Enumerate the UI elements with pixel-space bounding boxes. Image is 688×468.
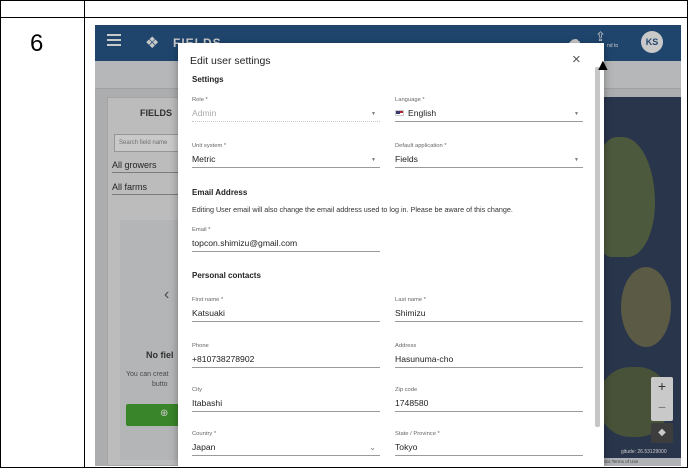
default-application-select[interactable]: Fields ▼ [395, 154, 583, 168]
first-name-input[interactable]: Katsuaki [192, 308, 380, 322]
dialog-title: Edit user settings [190, 55, 271, 67]
chevron-down-icon: ▼ [371, 111, 376, 117]
settings-heading: Settings [192, 75, 224, 84]
unit-system-value: Metric [192, 154, 216, 164]
city-field[interactable]: City Itabashi [192, 387, 380, 412]
zip-code-input[interactable]: 1748580 [395, 398, 583, 412]
default-application-value: Fields [395, 154, 418, 164]
first-name-label: First name * [192, 297, 224, 303]
last-name-input[interactable]: Shimizu [395, 308, 583, 322]
city-input[interactable]: Itabashi [192, 398, 380, 412]
phone-label: Phone [192, 343, 209, 349]
table-column-divider [84, 0, 85, 468]
language-select[interactable]: English ▼ [395, 108, 583, 122]
unit-system-field[interactable]: Unit system * Metric ▼ [192, 143, 380, 168]
state-field[interactable]: State / Province * Tokyo [395, 431, 583, 456]
step-number: 6 [30, 30, 44, 57]
dialog-scrollbar[interactable] [595, 67, 600, 427]
scrollbar-thumb[interactable] [595, 67, 600, 427]
role-field: Role * Admin ▼ [192, 97, 380, 122]
country-select[interactable]: Japan ⌄ [192, 442, 380, 456]
country-field[interactable]: Country * Japan ⌄ [192, 431, 380, 456]
instruction-table: 6 ❖ FIELDS ☁ ⇪ nd to KS FIELDS Search fi… [0, 0, 688, 468]
chevron-down-icon: ▼ [574, 157, 579, 163]
address-input[interactable]: Hasunuma-cho [395, 354, 583, 368]
close-icon[interactable]: × [572, 51, 581, 68]
city-label: City [192, 387, 202, 393]
language-label: Language * [395, 97, 425, 103]
table-row-divider [0, 17, 688, 18]
address-field[interactable]: Address Hasunuma-cho [395, 343, 583, 368]
language-field[interactable]: Language * English ▼ [395, 97, 583, 122]
chevron-down-icon: ▼ [574, 111, 579, 117]
zip-code-field[interactable]: Zip code 1748580 [395, 387, 583, 412]
role-label: Role * [192, 97, 208, 103]
scroll-up-icon[interactable]: ▲ [595, 57, 611, 74]
screenshot: ❖ FIELDS ☁ ⇪ nd to KS FIELDS Search fiel… [95, 25, 681, 466]
email-label: Email * [192, 227, 211, 233]
state-input[interactable]: Tokyo [395, 442, 583, 456]
zip-code-label: Zip code [395, 387, 418, 393]
chevron-down-icon: ▼ [371, 157, 376, 163]
country-value: Japan [192, 442, 216, 452]
role-select: Admin ▼ [192, 108, 380, 122]
email-input[interactable]: topcon.shimizu@gmail.com [192, 238, 380, 252]
chevron-down-icon: ⌄ [369, 443, 376, 452]
default-application-field[interactable]: Default application * Fields ▼ [395, 143, 583, 168]
last-name-field[interactable]: Last name * Shimizu [395, 297, 583, 322]
language-value: English [408, 108, 437, 118]
phone-field[interactable]: Phone +810738278902 [192, 343, 380, 368]
phone-input[interactable]: +810738278902 [192, 354, 380, 368]
table-left-border [0, 0, 1, 468]
us-flag-icon [395, 110, 404, 116]
edit-user-settings-dialog: Edit user settings × Settings Role * Adm… [178, 43, 611, 466]
email-heading: Email Address [192, 188, 248, 197]
first-name-field[interactable]: First name * Katsuaki [192, 297, 380, 322]
email-field[interactable]: Email * topcon.shimizu@gmail.com [192, 227, 380, 252]
role-value: Admin [192, 108, 217, 118]
unit-system-select[interactable]: Metric ▼ [192, 154, 380, 168]
table-top-border [0, 0, 688, 1]
email-change-note: Editing User email will also change the … [192, 205, 513, 214]
unit-system-label: Unit system * [192, 143, 227, 149]
country-label: Country * [192, 431, 217, 437]
address-label: Address [395, 343, 417, 349]
personal-contacts-heading: Personal contacts [192, 271, 261, 280]
state-label: State / Province * [395, 431, 440, 437]
last-name-label: Last name * [395, 297, 426, 303]
default-application-label: Default application * [395, 143, 447, 149]
